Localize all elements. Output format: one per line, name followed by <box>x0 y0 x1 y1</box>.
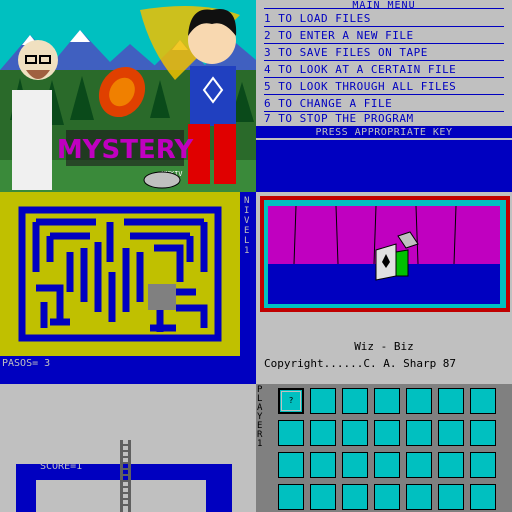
score-panel: SCORE=1 <box>0 384 256 512</box>
grid-cell[interactable] <box>374 388 400 414</box>
maze-player-cell <box>148 284 176 310</box>
grid-cell[interactable] <box>470 420 496 446</box>
grid-cell[interactable] <box>278 420 304 446</box>
selected-mark: ? <box>288 396 294 405</box>
grid-cell[interactable] <box>310 388 336 414</box>
menu-prompt: PRESS APPROPRIATE KEY <box>315 127 453 138</box>
grid-cell[interactable] <box>470 484 496 510</box>
grid-cell[interactable] <box>438 484 464 510</box>
menu-bottom-border <box>256 140 512 192</box>
copyright-line: Copyright......C. A. Sharp 87 <box>264 357 457 370</box>
grid-cell[interactable] <box>406 484 432 510</box>
grid-cell[interactable] <box>438 388 464 414</box>
grid-cell[interactable] <box>342 484 368 510</box>
game-title: Wiz - Biz <box>354 340 414 353</box>
grid-cell[interactable] <box>374 420 400 446</box>
grid-cell[interactable] <box>406 388 432 414</box>
grid-cell[interactable] <box>470 452 496 478</box>
level-label: NIVEL 1 <box>244 196 250 256</box>
grid-cell[interactable] <box>406 420 432 446</box>
menu-item-change[interactable]: 6 TO CHANGE A FILE <box>264 97 392 110</box>
menu-item-look-certain[interactable]: 4 TO LOOK AT A CERTAIN FILE <box>264 63 456 76</box>
maze-walls <box>18 206 222 342</box>
grid-cell[interactable] <box>438 420 464 446</box>
menu-divider <box>264 8 504 9</box>
score-label: SCORE=1 <box>40 461 83 472</box>
grid-cell-selected[interactable]: ? <box>278 388 304 414</box>
grid-cell[interactable] <box>470 388 496 414</box>
grid-cell[interactable] <box>342 388 368 414</box>
title-art: MYSTERY MMXIV <box>0 0 256 192</box>
grid-cell[interactable] <box>342 420 368 446</box>
menu-item-stop[interactable]: 7 TO STOP THE PROGRAM <box>264 112 414 125</box>
grid-cell[interactable] <box>310 452 336 478</box>
score-scene <box>16 440 232 512</box>
player-label: PLAYER 1 <box>257 385 263 449</box>
grid-cell[interactable] <box>278 452 304 478</box>
maze-panel: NIVEL 1 PASOS= 3 <box>0 192 256 384</box>
room-view <box>260 196 510 312</box>
menu-header: MAIN MENU <box>352 0 416 11</box>
grid-cell[interactable] <box>406 452 432 478</box>
main-menu-panel: MAIN MENU 1 TO LOAD FILES 2 TO ENTER A N… <box>256 0 512 192</box>
room-view-panel <box>256 192 512 320</box>
maze-field <box>0 192 240 356</box>
grid-cell[interactable] <box>342 452 368 478</box>
grid-cell[interactable] <box>278 484 304 510</box>
menu-item-save[interactable]: 3 TO SAVE FILES ON TAPE <box>264 46 428 59</box>
title-panel: Wiz - Biz Copyright......C. A. Sharp 87 <box>256 320 512 384</box>
grid-cell[interactable] <box>438 452 464 478</box>
menu-item-load[interactable]: 1 TO LOAD FILES <box>264 12 371 25</box>
menu-item-look-all[interactable]: 5 TO LOOK THROUGH ALL FILES <box>264 80 456 93</box>
svg-text:MYSTERY: MYSTERY <box>57 135 195 165</box>
menu-item-enter[interactable]: 2 TO ENTER A NEW FILE <box>264 29 414 42</box>
grid-cell[interactable] <box>310 484 336 510</box>
title-art-panel: MYSTERY MMXIV <box>0 0 256 192</box>
grid-cell[interactable] <box>310 420 336 446</box>
grid-cell[interactable] <box>374 484 400 510</box>
steps-counter: PASOS= 3 <box>2 358 51 369</box>
grid-cell[interactable] <box>374 452 400 478</box>
grid-panel: PLAYER 1 ? <box>256 384 512 512</box>
